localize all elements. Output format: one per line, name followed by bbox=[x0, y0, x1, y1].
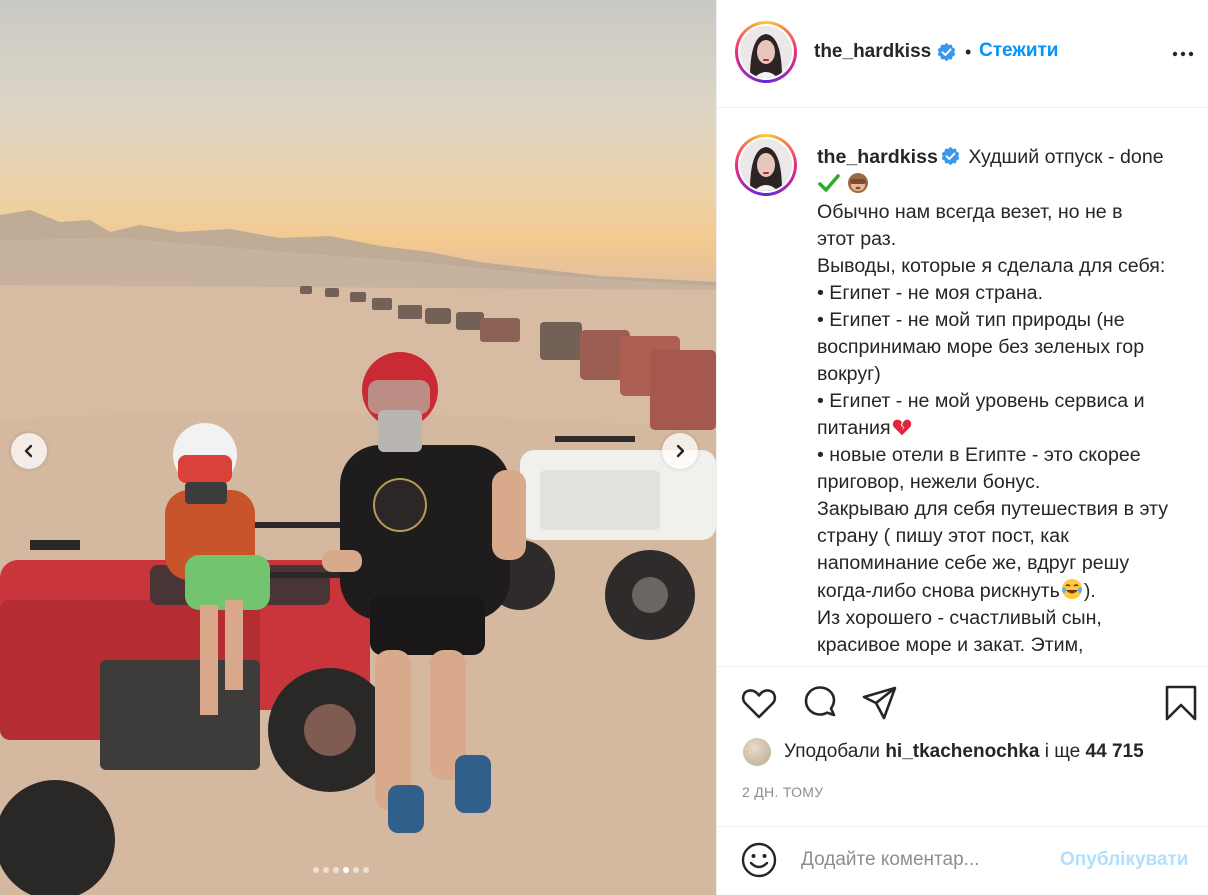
more-options-icon[interactable] bbox=[1171, 42, 1195, 66]
likes-prefix: Уподобали bbox=[784, 741, 881, 762]
check-mark-emoji-icon bbox=[818, 174, 840, 192]
post-details-panel: the_hardkiss • Стежити the_hardkiss Худш… bbox=[716, 0, 1208, 895]
carousel-dot bbox=[323, 867, 329, 873]
post-photo[interactable] bbox=[0, 0, 716, 895]
caption-text-line: Выводы, которые я сделала для себя: bbox=[817, 255, 1166, 277]
see-no-evil-monkey-emoji-icon bbox=[848, 173, 869, 193]
caption-text-line: • Египет - не мой тип природы (не bbox=[817, 309, 1125, 331]
liker-avatar[interactable] bbox=[743, 738, 771, 766]
caption-text-line: Худший отпуск - done bbox=[968, 146, 1164, 168]
author-portrait-image bbox=[740, 26, 792, 78]
caption-text-line: • новые отели в Египте - это скорее bbox=[817, 444, 1141, 466]
post-header: the_hardkiss • Стежити bbox=[717, 0, 1208, 108]
chevron-left-icon bbox=[24, 444, 33, 458]
caption-area: the_hardkiss Худший отпуск - done Обычно… bbox=[717, 108, 1208, 666]
carousel-dot bbox=[353, 867, 359, 873]
comment-input[interactable] bbox=[801, 843, 1051, 877]
likes-conjunction: і ще bbox=[1044, 741, 1081, 762]
author-avatar[interactable] bbox=[735, 21, 797, 83]
header-separator: • bbox=[965, 42, 972, 62]
follow-button[interactable]: Стежити bbox=[979, 40, 1058, 62]
comment-icon[interactable] bbox=[800, 683, 840, 723]
chevron-right-icon bbox=[676, 444, 685, 458]
heart-icon[interactable] bbox=[739, 683, 779, 723]
carousel-dot bbox=[363, 867, 369, 873]
verified-badge-icon bbox=[937, 42, 956, 62]
carousel-dot bbox=[313, 867, 319, 873]
carousel-dot-active bbox=[343, 867, 349, 873]
caption-text-line: Из хорошего - счастливый сын, bbox=[817, 607, 1102, 629]
caption-text-line: вокруг) bbox=[817, 363, 881, 385]
smiley-icon[interactable] bbox=[740, 841, 778, 879]
post-caption: the_hardkiss Худший отпуск - done Обычно… bbox=[817, 144, 1187, 659]
carousel-next-button[interactable] bbox=[662, 433, 698, 469]
comment-form: Опублікувати bbox=[717, 826, 1208, 895]
caption-author-avatar[interactable] bbox=[735, 134, 797, 196]
caption-text-line: • Египет - не мой уровень сервиса и bbox=[817, 390, 1145, 412]
bookmark-icon[interactable] bbox=[1161, 683, 1201, 723]
publish-comment-button[interactable]: Опублікувати bbox=[1060, 849, 1189, 871]
verified-badge-icon bbox=[941, 146, 960, 166]
carousel-indicator bbox=[313, 867, 369, 873]
author-username-link[interactable]: the_hardkiss bbox=[814, 41, 931, 63]
caption-text-line: питания bbox=[817, 417, 891, 439]
caption-text-line: Закрываю для себя путешествия в эту bbox=[817, 498, 1169, 520]
carousel-prev-button[interactable] bbox=[11, 433, 47, 469]
caption-text-line: напоминание себе же, вдруг решу bbox=[817, 552, 1130, 574]
carousel-dot bbox=[333, 867, 339, 873]
broken-heart-emoji-icon bbox=[892, 419, 911, 436]
post-timestamp[interactable]: 2 ДН. ТОМУ bbox=[742, 784, 823, 800]
caption-text-line: воспринимаю море без зеленых гор bbox=[817, 336, 1145, 358]
caption-text-line: Обычно нам всегда везет, но не в bbox=[817, 201, 1123, 223]
caption-text-line: ). bbox=[1083, 580, 1096, 602]
caption-text-line: • Египет - не моя страна. bbox=[817, 282, 1044, 304]
likes-count-link[interactable]: 44 715 bbox=[1086, 741, 1144, 763]
caption-text-line: страну ( пишу этот пост, как bbox=[817, 525, 1069, 547]
liker-username-link[interactable]: hi_tkachenochka bbox=[885, 741, 1039, 763]
author-portrait-image bbox=[740, 139, 792, 191]
caption-text-line: этот раз. bbox=[817, 228, 897, 250]
likes-summary: Уподобали hi_tkachenochka і ще 44 715 bbox=[743, 737, 1144, 767]
paper-plane-icon[interactable] bbox=[860, 683, 900, 723]
caption-username-link[interactable]: the_hardkiss bbox=[817, 146, 938, 168]
caption-text-line: когда-либо снова рискнуть bbox=[817, 580, 1060, 602]
caption-text-line: красивое море и закат. Этим, bbox=[817, 634, 1084, 656]
tears-of-joy-emoji-icon bbox=[1061, 579, 1082, 599]
caption-text-line: приговор, нежели бонус. bbox=[817, 471, 1041, 493]
desert-scene-image bbox=[0, 210, 716, 895]
